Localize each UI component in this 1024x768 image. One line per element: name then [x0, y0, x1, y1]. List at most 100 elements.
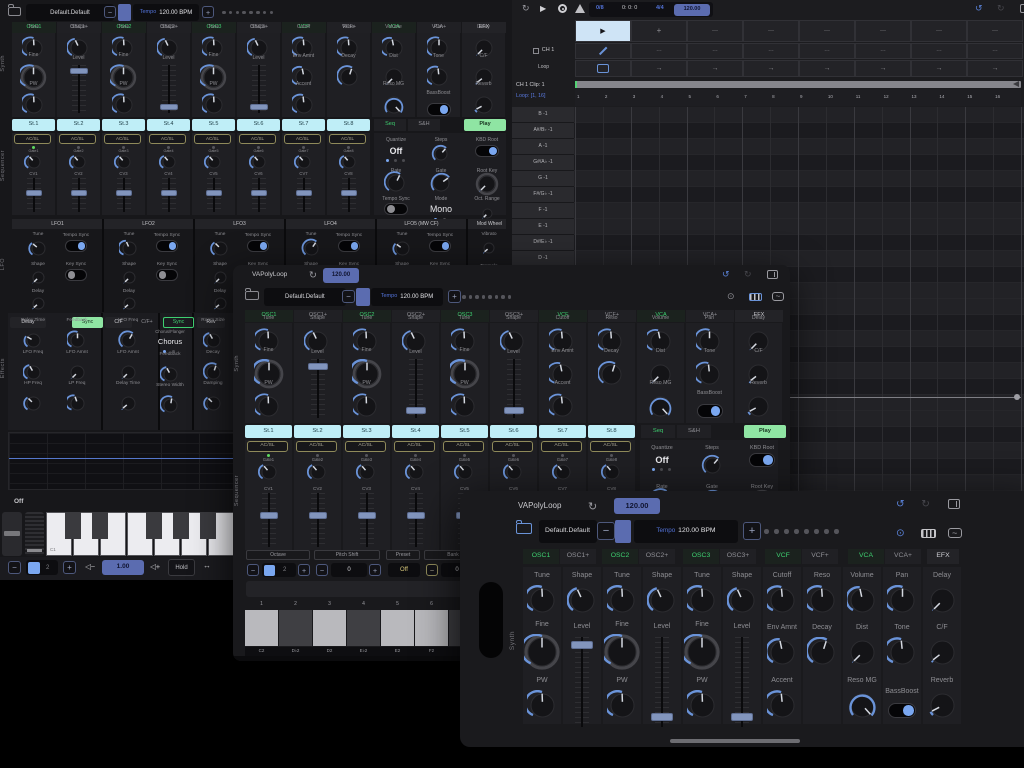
lw-tempo-plus-button[interactable]: + — [202, 6, 214, 18]
mw-wave-icon[interactable]: ~ — [772, 291, 784, 301]
mw-bassboost-toggle[interactable] — [696, 404, 723, 418]
fw-page-dot-1[interactable] — [774, 529, 779, 534]
mw-acsl-7[interactable]: AC/SL — [541, 441, 582, 452]
lw-kbdroot-toggle[interactable] — [475, 144, 499, 158]
sg-note-row-5[interactable] — [574, 187, 1024, 203]
mw-pitch-down-button[interactable]: − — [316, 564, 328, 576]
fw-edge-pill[interactable] — [479, 582, 503, 658]
mw-page-dot-4[interactable] — [488, 295, 492, 299]
fw-preset-box[interactable]: Default.Default — [538, 520, 597, 543]
lw-fx-delay-lfo-freq[interactable] — [22, 362, 44, 383]
lw-lfo2-temposync-toggle[interactable] — [156, 240, 178, 252]
sg-note-row-3[interactable] — [574, 155, 1024, 171]
mw-preset-value-box[interactable]: Off — [388, 563, 420, 577]
fw-tempo-plus-button[interactable]: + — [743, 522, 761, 540]
mw-step-2[interactable]: St.2 — [294, 425, 341, 438]
mw-play-button[interactable]: Play — [744, 425, 786, 438]
lw-black-key-4[interactable] — [173, 512, 189, 539]
fw-tab-vcf[interactable]: VCF — [765, 549, 801, 564]
lw-gate-knob-7[interactable] — [293, 152, 314, 172]
lw-fx-rev-damping[interactable] — [202, 393, 224, 414]
lw-rate-knob[interactable] — [384, 171, 408, 195]
mw-knob-reso-mg[interactable] — [647, 393, 674, 420]
sg-ruler-bar[interactable] — [575, 81, 1021, 88]
sg-metronome-icon[interactable] — [575, 4, 585, 13]
lw-acsl-6[interactable]: AC/SL — [239, 134, 276, 144]
sg-scene-cell-3[interactable]: — — [687, 20, 743, 42]
lw-knob-pw-osc3[interactable] — [201, 93, 226, 117]
fw-page-dot-7[interactable] — [834, 529, 839, 534]
sg-note-row-4[interactable] — [574, 171, 1024, 187]
sg-scene-cell-4[interactable]: — — [743, 20, 799, 42]
fw-tab-osc1[interactable]: OSC1+ — [560, 549, 596, 564]
mw-knob-pw-osc3[interactable] — [451, 392, 478, 420]
lw-multiplier-chip[interactable]: 1.00 — [102, 560, 144, 575]
mw-level-slider-osc1-thumb[interactable] — [307, 363, 328, 371]
mw-gate-knob-5[interactable] — [453, 461, 476, 483]
lw-knob-decay[interactable] — [336, 65, 361, 89]
lw-page-dot-0[interactable] — [222, 10, 226, 15]
sg-undo-icon[interactable]: ↺ — [975, 3, 983, 14]
lw-page-dot-6[interactable] — [262, 10, 267, 15]
fw-level-slider-osc1-track[interactable] — [581, 637, 583, 727]
sg-automation-point[interactable] — [1014, 394, 1020, 400]
sg-scene-cell-6[interactable]: — — [855, 20, 911, 42]
fw-tempo-minus-button[interactable]: − — [597, 522, 615, 540]
fw-knob-efx-c-f[interactable] — [927, 637, 958, 668]
fw-knob-fine-osc1[interactable] — [524, 634, 560, 670]
mw-tempo-chip[interactable]: 120.00 — [323, 268, 359, 283]
mw-page-dot-1[interactable] — [468, 295, 472, 299]
sg-transport-tempo-chip[interactable]: 120.00 — [674, 3, 710, 16]
lw-tempo-box[interactable]: Tempo 120.00 BPM — [133, 4, 199, 21]
lw-lfo5-tune-knob[interactable] — [391, 238, 413, 259]
fw-tab-vca[interactable]: VCA+ — [885, 549, 921, 564]
lw-acsl-3[interactable]: AC/SL — [104, 134, 141, 144]
mw-pad-5[interactable] — [381, 610, 414, 646]
fw-knob-efx-delay[interactable] — [927, 585, 958, 616]
sg-scene-cell-1[interactable]: ▶ — [575, 20, 631, 42]
mw-cv-slider-3-thumb[interactable] — [357, 511, 376, 519]
lw-black-key-5[interactable] — [200, 512, 216, 539]
lw-tempo-slider[interactable] — [118, 4, 131, 21]
fw-knob-fine-osc3[interactable] — [684, 634, 720, 670]
fw-page-dot-5[interactable] — [814, 529, 819, 534]
sg-scene-cell-8[interactable]: — — [967, 20, 1023, 42]
lw-lfo1-delay-knob[interactable] — [29, 294, 48, 313]
mw-pad-3[interactable] — [313, 610, 346, 646]
fw-knob-tone[interactable] — [886, 636, 918, 668]
fw-panel-icon[interactable] — [947, 499, 961, 510]
mw-knob-pw-osc1[interactable] — [255, 392, 282, 420]
mw-page-dot-0[interactable] — [462, 295, 466, 299]
fw-tab-osc1[interactable]: OSC1 — [523, 549, 559, 564]
fw-tab-efx[interactable]: EFX — [927, 549, 959, 564]
fw-knob-env-amnt[interactable] — [766, 637, 798, 668]
lw-cv-slider-6-thumb[interactable] — [250, 189, 267, 196]
mw-knob-accent[interactable] — [549, 393, 576, 420]
mw-loop-icon[interactable]: ↻ — [309, 270, 317, 281]
lw-folder-icon[interactable] — [8, 4, 21, 16]
fw-knob-pw-osc2[interactable] — [606, 689, 638, 721]
fw-knob-pw-osc3[interactable] — [686, 689, 718, 721]
mw-acsl-5[interactable]: AC/SL — [443, 441, 484, 452]
lw-step-3[interactable]: St.3 — [102, 119, 145, 131]
lw-temposync-toggle[interactable] — [384, 202, 408, 216]
fw-undo-icon[interactable]: ↺ — [896, 498, 905, 510]
fw-page-dot-4[interactable] — [804, 529, 809, 534]
lw-step-1[interactable]: St.1 — [12, 119, 55, 131]
fw-home-indicator[interactable] — [670, 739, 800, 743]
mw-preset-box[interactable]: Default.Default — [263, 288, 346, 306]
lw-lfo2-shape-knob[interactable] — [120, 268, 139, 287]
fw-brightness-icon[interactable]: ⊙ — [896, 527, 905, 539]
lw-knob-accent[interactable] — [291, 93, 316, 117]
mw-pad-6[interactable] — [415, 610, 448, 646]
mw-tempo-minus-button[interactable]: − — [342, 290, 355, 303]
lw-fx-rev-decay[interactable] — [202, 361, 224, 383]
fw-page-dot-6[interactable] — [824, 529, 829, 534]
mw-bank-down-button[interactable]: − — [426, 564, 438, 576]
lw-knob-pw-osc2[interactable] — [111, 93, 136, 117]
mw-steps-knob[interactable] — [701, 454, 724, 477]
mw-redo-icon[interactable]: ↻ — [744, 269, 752, 280]
fw-knob-shape-osc1[interactable] — [566, 585, 598, 616]
fw-tab-vca[interactable]: VCA — [848, 549, 884, 564]
fw-tab-vcf[interactable]: VCF+ — [802, 549, 838, 564]
